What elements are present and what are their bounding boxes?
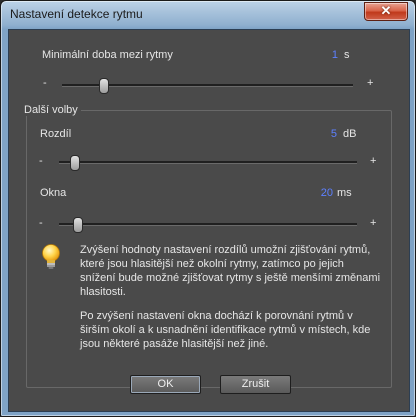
difference-slider-track[interactable] <box>59 161 357 164</box>
close-button[interactable]: ✕ <box>364 2 408 21</box>
difference-value[interactable]: 5 <box>313 128 337 140</box>
window-title: Nastavení detekce rytmu <box>10 7 143 21</box>
min-interval-value[interactable]: 1 <box>314 49 338 61</box>
min-interval-unit: s <box>344 49 350 61</box>
window-size-minus: - <box>39 217 43 229</box>
info-text-2: Po zvýšení nastavení okna dochází k poro… <box>80 310 371 350</box>
window-size-label: Okna <box>40 187 67 199</box>
info-text-1: Zvýšení hodnoty nastavení rozdílů umožní… <box>80 244 381 298</box>
min-interval-plus: + <box>367 77 374 89</box>
ok-button[interactable]: OK <box>130 375 201 394</box>
min-interval-label: Minimální doba mezi rytmy <box>42 49 173 61</box>
title-bar[interactable]: Nastavení detekce rytmu ✕ <box>1 1 415 27</box>
difference-slider-thumb[interactable] <box>69 155 80 171</box>
dialog-window: Nastavení detekce rytmu ✕ Minimální doba… <box>0 0 416 417</box>
difference-unit: dB <box>343 128 357 140</box>
window-size-value[interactable]: 20 <box>309 187 333 199</box>
difference-plus: + <box>370 155 377 167</box>
window-size-unit: ms <box>337 187 352 199</box>
window-size-plus: + <box>370 217 377 229</box>
more-options-label: Další volby <box>21 104 81 116</box>
difference-minus: - <box>39 155 43 167</box>
close-icon: ✕ <box>380 3 392 18</box>
dialog-body: Minimální doba mezi rytmy 1 s - + Další … <box>8 29 410 412</box>
window-size-slider-track[interactable] <box>59 223 357 226</box>
min-interval-minus: - <box>43 77 47 89</box>
cancel-button[interactable]: Zrušit <box>220 375 291 394</box>
window-size-slider-thumb[interactable] <box>72 217 83 233</box>
difference-label: Rozdíl <box>40 128 72 140</box>
min-interval-slider-thumb[interactable] <box>98 78 109 94</box>
lightbulb-icon <box>39 243 63 276</box>
